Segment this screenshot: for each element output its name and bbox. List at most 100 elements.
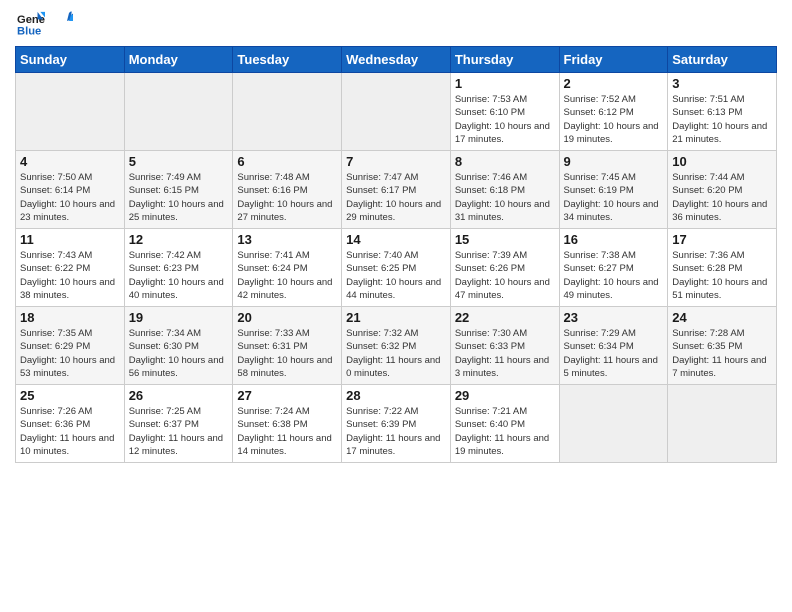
day-info: Sunrise: 7:33 AM Sunset: 6:31 PM Dayligh… xyxy=(237,327,337,380)
calendar-cell: 3 Sunrise: 7:51 AM Sunset: 6:13 PM Daylig… xyxy=(668,73,777,151)
day-info: Sunrise: 7:34 AM Sunset: 6:30 PM Dayligh… xyxy=(129,327,229,380)
day-info: Sunrise: 7:25 AM Sunset: 6:37 PM Dayligh… xyxy=(129,405,229,458)
day-number: 12 xyxy=(129,232,229,247)
day-number: 6 xyxy=(237,154,337,169)
day-info: Sunrise: 7:28 AM Sunset: 6:35 PM Dayligh… xyxy=(672,327,772,380)
day-info: Sunrise: 7:32 AM Sunset: 6:32 PM Dayligh… xyxy=(346,327,446,380)
calendar-cell: 29 Sunrise: 7:21 AM Sunset: 6:40 PM Dayli… xyxy=(450,385,559,463)
day-info: Sunrise: 7:51 AM Sunset: 6:13 PM Dayligh… xyxy=(672,93,772,146)
day-info: Sunrise: 7:40 AM Sunset: 6:25 PM Dayligh… xyxy=(346,249,446,302)
calendar-cell: 5 Sunrise: 7:49 AM Sunset: 6:15 PM Daylig… xyxy=(124,151,233,229)
day-number: 24 xyxy=(672,310,772,325)
day-number: 5 xyxy=(129,154,229,169)
calendar-cell: 1 Sunrise: 7:53 AM Sunset: 6:10 PM Daylig… xyxy=(450,73,559,151)
page: General Blue SundayMondayTuesdayWednesda… xyxy=(0,0,792,612)
day-info: Sunrise: 7:50 AM Sunset: 6:14 PM Dayligh… xyxy=(20,171,120,224)
day-number: 21 xyxy=(346,310,446,325)
day-info: Sunrise: 7:48 AM Sunset: 6:16 PM Dayligh… xyxy=(237,171,337,224)
day-info: Sunrise: 7:49 AM Sunset: 6:15 PM Dayligh… xyxy=(129,171,229,224)
logo: General Blue xyxy=(15,10,73,38)
day-number: 8 xyxy=(455,154,555,169)
calendar-cell: 2 Sunrise: 7:52 AM Sunset: 6:12 PM Daylig… xyxy=(559,73,668,151)
calendar-cell: 18 Sunrise: 7:35 AM Sunset: 6:29 PM Dayli… xyxy=(16,307,125,385)
calendar-table: SundayMondayTuesdayWednesdayThursdayFrid… xyxy=(15,46,777,463)
calendar-cell xyxy=(559,385,668,463)
day-number: 7 xyxy=(346,154,446,169)
week-row-4: 25 Sunrise: 7:26 AM Sunset: 6:36 PM Dayli… xyxy=(16,385,777,463)
calendar-cell: 21 Sunrise: 7:32 AM Sunset: 6:32 PM Dayli… xyxy=(342,307,451,385)
day-info: Sunrise: 7:47 AM Sunset: 6:17 PM Dayligh… xyxy=(346,171,446,224)
calendar-cell: 17 Sunrise: 7:36 AM Sunset: 6:28 PM Dayli… xyxy=(668,229,777,307)
calendar-cell: 9 Sunrise: 7:45 AM Sunset: 6:19 PM Daylig… xyxy=(559,151,668,229)
calendar-cell xyxy=(342,73,451,151)
header-sunday: Sunday xyxy=(16,47,125,73)
day-number: 19 xyxy=(129,310,229,325)
day-info: Sunrise: 7:53 AM Sunset: 6:10 PM Dayligh… xyxy=(455,93,555,146)
calendar-cell: 20 Sunrise: 7:33 AM Sunset: 6:31 PM Dayli… xyxy=(233,307,342,385)
day-number: 14 xyxy=(346,232,446,247)
day-info: Sunrise: 7:29 AM Sunset: 6:34 PM Dayligh… xyxy=(564,327,664,380)
calendar-cell: 27Sunrise: 7:24 AM Sunset: 6:38 PM Dayli… xyxy=(233,385,342,463)
day-number: 1 xyxy=(455,76,555,91)
calendar-cell: 10Sunrise: 7:44 AM Sunset: 6:20 PM Dayli… xyxy=(668,151,777,229)
calendar-cell: 22 Sunrise: 7:30 AM Sunset: 6:33 PM Dayli… xyxy=(450,307,559,385)
day-number: 29 xyxy=(455,388,555,403)
day-number: 16 xyxy=(564,232,664,247)
calendar-cell xyxy=(668,385,777,463)
day-number: 23 xyxy=(564,310,664,325)
day-number: 25 xyxy=(20,388,120,403)
header-thursday: Thursday xyxy=(450,47,559,73)
day-number: 15 xyxy=(455,232,555,247)
week-row-0: 1 Sunrise: 7:53 AM Sunset: 6:10 PM Daylig… xyxy=(16,73,777,151)
calendar-cell: 25 Sunrise: 7:26 AM Sunset: 6:36 PM Dayli… xyxy=(16,385,125,463)
calendar-cell: 11Sunrise: 7:43 AM Sunset: 6:22 PM Dayli… xyxy=(16,229,125,307)
day-number: 18 xyxy=(20,310,120,325)
calendar-cell: 26 Sunrise: 7:25 AM Sunset: 6:37 PM Dayli… xyxy=(124,385,233,463)
day-number: 17 xyxy=(672,232,772,247)
day-number: 3 xyxy=(672,76,772,91)
week-row-2: 11Sunrise: 7:43 AM Sunset: 6:22 PM Dayli… xyxy=(16,229,777,307)
day-info: Sunrise: 7:46 AM Sunset: 6:18 PM Dayligh… xyxy=(455,171,555,224)
day-info: Sunrise: 7:22 AM Sunset: 6:39 PM Dayligh… xyxy=(346,405,446,458)
day-number: 4 xyxy=(20,154,120,169)
day-number: 22 xyxy=(455,310,555,325)
calendar-cell xyxy=(233,73,342,151)
calendar-cell xyxy=(124,73,233,151)
header-friday: Friday xyxy=(559,47,668,73)
calendar-cell: 8 Sunrise: 7:46 AM Sunset: 6:18 PM Daylig… xyxy=(450,151,559,229)
day-number: 26 xyxy=(129,388,229,403)
day-info: Sunrise: 7:45 AM Sunset: 6:19 PM Dayligh… xyxy=(564,171,664,224)
day-info: Sunrise: 7:21 AM Sunset: 6:40 PM Dayligh… xyxy=(455,405,555,458)
calendar-header-row: SundayMondayTuesdayWednesdayThursdayFrid… xyxy=(16,47,777,73)
svg-text:General: General xyxy=(17,14,45,26)
day-number: 9 xyxy=(564,154,664,169)
day-info: Sunrise: 7:30 AM Sunset: 6:33 PM Dayligh… xyxy=(455,327,555,380)
logo-icon: General Blue xyxy=(17,10,45,38)
day-info: Sunrise: 7:52 AM Sunset: 6:12 PM Dayligh… xyxy=(564,93,664,146)
header-wednesday: Wednesday xyxy=(342,47,451,73)
week-row-3: 18 Sunrise: 7:35 AM Sunset: 6:29 PM Dayli… xyxy=(16,307,777,385)
day-number: 2 xyxy=(564,76,664,91)
day-info: Sunrise: 7:35 AM Sunset: 6:29 PM Dayligh… xyxy=(20,327,120,380)
day-info: Sunrise: 7:26 AM Sunset: 6:36 PM Dayligh… xyxy=(20,405,120,458)
calendar-cell: 23 Sunrise: 7:29 AM Sunset: 6:34 PM Dayli… xyxy=(559,307,668,385)
day-info: Sunrise: 7:36 AM Sunset: 6:28 PM Dayligh… xyxy=(672,249,772,302)
logo-bird-icon xyxy=(49,7,73,31)
calendar-cell: 6 Sunrise: 7:48 AM Sunset: 6:16 PM Daylig… xyxy=(233,151,342,229)
calendar-cell: 15 Sunrise: 7:39 AM Sunset: 6:26 PM Dayli… xyxy=(450,229,559,307)
calendar-cell: 24 Sunrise: 7:28 AM Sunset: 6:35 PM Dayli… xyxy=(668,307,777,385)
day-info: Sunrise: 7:39 AM Sunset: 6:26 PM Dayligh… xyxy=(455,249,555,302)
day-number: 10 xyxy=(672,154,772,169)
day-info: Sunrise: 7:42 AM Sunset: 6:23 PM Dayligh… xyxy=(129,249,229,302)
calendar-cell: 4 Sunrise: 7:50 AM Sunset: 6:14 PM Daylig… xyxy=(16,151,125,229)
day-info: Sunrise: 7:38 AM Sunset: 6:27 PM Dayligh… xyxy=(564,249,664,302)
day-number: 11 xyxy=(20,232,120,247)
calendar-cell: 28 Sunrise: 7:22 AM Sunset: 6:39 PM Dayli… xyxy=(342,385,451,463)
week-row-1: 4 Sunrise: 7:50 AM Sunset: 6:14 PM Daylig… xyxy=(16,151,777,229)
day-number: 28 xyxy=(346,388,446,403)
day-number: 27 xyxy=(237,388,337,403)
calendar-cell xyxy=(16,73,125,151)
day-number: 20 xyxy=(237,310,337,325)
calendar-cell: 16 Sunrise: 7:38 AM Sunset: 6:27 PM Dayli… xyxy=(559,229,668,307)
svg-text:Blue: Blue xyxy=(17,25,41,37)
